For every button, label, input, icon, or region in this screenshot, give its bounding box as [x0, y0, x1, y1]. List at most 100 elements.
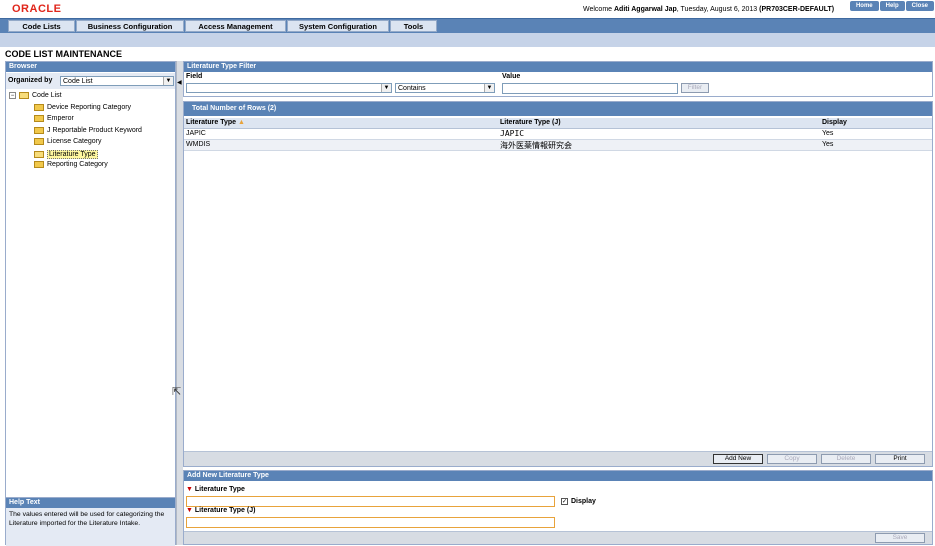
literature-type-label: ▼ Literature Type: [186, 486, 245, 493]
tree-item-device-reporting-category[interactable]: Device Reporting Category: [34, 104, 131, 111]
top-bar: ORACLE Welcome Aditi Aggarwal Jap, Tuesd…: [0, 0, 935, 18]
menu-code-lists[interactable]: Code Lists: [8, 20, 75, 32]
add-title: Add New Literature Type: [184, 471, 932, 481]
filter-panel: Literature Type Filter Field ▼ Contains …: [183, 61, 933, 97]
value-input[interactable]: [502, 83, 678, 94]
operator-value: Contains: [398, 85, 426, 92]
save-button[interactable]: Save: [875, 533, 925, 543]
menu-tools[interactable]: Tools: [390, 20, 437, 32]
table-row[interactable]: JAPIC JAPIC Yes: [184, 129, 932, 140]
folder-open-icon: [34, 151, 44, 158]
field-label: Field: [186, 73, 203, 80]
literature-type-j-input[interactable]: [186, 517, 555, 528]
sub-band: [0, 33, 935, 47]
value-label: Value: [502, 73, 521, 80]
display-checkbox[interactable]: ✓: [561, 498, 568, 505]
help-text-panel: Help Text The values entered will be use…: [6, 497, 175, 546]
collapse-arrow-icon[interactable]: ◀: [177, 79, 182, 86]
filter-title: Literature Type Filter: [184, 62, 932, 72]
display-label: Display: [571, 498, 596, 505]
cell-literature-type-j: 海外医薬情報研究会: [500, 141, 572, 150]
tree-item-license-category[interactable]: License Category: [34, 138, 101, 145]
menu-access-management[interactable]: Access Management: [185, 20, 286, 32]
grid-toolbar: Add New Copy Delete Print: [184, 451, 932, 466]
tree-item-reporting-category[interactable]: Reporting Category: [34, 161, 108, 168]
header-buttons: Home Help Close: [849, 1, 934, 11]
literature-type-label-text: Literature Type: [194, 486, 245, 493]
browser-title: Browser: [6, 62, 175, 72]
literature-type-j-label-text: Literature Type (J): [194, 507, 256, 514]
folder-icon: [34, 138, 44, 145]
grid-header-row: Literature Type ▲ Literature Type (J) Di…: [184, 118, 932, 129]
mouse-cursor-icon: ⇱: [172, 386, 182, 398]
tree-item-j-reportable-product-keyword[interactable]: J Reportable Product Keyword: [34, 127, 142, 134]
help-title: Help Text: [6, 498, 175, 508]
folder-icon: [34, 127, 44, 134]
cell-display: Yes: [822, 141, 834, 148]
col-display[interactable]: Display: [822, 119, 847, 126]
panel-splitter[interactable]: ◀: [176, 61, 183, 545]
print-button[interactable]: Print: [875, 454, 925, 464]
chevron-down-icon[interactable]: ▼: [484, 84, 494, 92]
menu-business-configuration[interactable]: Business Configuration: [76, 20, 184, 32]
tree-item-label: Reporting Category: [47, 161, 108, 168]
organized-by-value: Code List: [63, 78, 93, 85]
folder-open-icon: [19, 92, 29, 99]
collapse-icon[interactable]: −: [9, 92, 16, 99]
home-button[interactable]: Home: [849, 1, 879, 11]
cell-literature-type: JAPIC: [186, 130, 206, 137]
oracle-logo: ORACLE: [12, 3, 62, 15]
tree-item-label: License Category: [47, 138, 102, 145]
organized-by-row: Organized by Code List ▼: [6, 73, 175, 89]
copy-button[interactable]: Copy: [767, 454, 817, 464]
add-new-panel: Add New Literature Type ▼ Literature Typ…: [183, 470, 933, 545]
folder-icon: [34, 104, 44, 111]
user-name: Aditi Aggarwal Jap: [614, 6, 677, 13]
col-literature-type-j[interactable]: Literature Type (J): [500, 119, 561, 126]
tree-item-label: Emperor: [47, 115, 74, 122]
table-row[interactable]: WMDIS 海外医薬情報研究会 Yes: [184, 140, 932, 151]
literature-type-j-label: ▼ Literature Type (J): [186, 507, 255, 514]
page-title: CODE LIST MAINTENANCE: [5, 49, 122, 59]
results-grid: Total Number of Rows (2) Literature Type…: [183, 101, 933, 467]
col-literature-type[interactable]: Literature Type ▲: [186, 119, 245, 126]
folder-icon: [34, 115, 44, 122]
site-name: (PR703CER-DEFAULT): [759, 6, 835, 13]
field-select[interactable]: ▼: [186, 83, 392, 93]
main-menu: Code Lists Business Configuration Access…: [0, 18, 935, 33]
add-toolbar: Save: [184, 531, 932, 544]
chevron-down-icon[interactable]: ▼: [381, 84, 391, 92]
organized-by-select[interactable]: Code List ▼: [60, 76, 174, 86]
literature-type-input[interactable]: [186, 496, 555, 507]
col-literature-type-label: Literature Type: [186, 119, 237, 126]
required-icon: ▼: [186, 507, 193, 514]
menu-system-configuration[interactable]: System Configuration: [287, 20, 389, 32]
tree-item-label-selected: Literature Type: [47, 150, 98, 159]
tree-item-emperor[interactable]: Emperor: [34, 115, 74, 122]
operator-select[interactable]: Contains ▼: [395, 83, 495, 93]
sort-asc-icon: ▲: [238, 119, 245, 126]
cell-literature-type-j: JAPIC: [500, 129, 525, 138]
tree-root-label: Code List: [32, 92, 62, 99]
organized-by-label: Organized by: [8, 77, 53, 84]
chevron-down-icon[interactable]: ▼: [163, 77, 173, 85]
browser-panel: Browser Organized by Code List ▼ − Code …: [5, 61, 176, 546]
current-date: , Tuesday, August 6, 2013: [676, 6, 760, 13]
folder-icon: [34, 161, 44, 168]
grid-title: Total Number of Rows (2): [184, 102, 932, 116]
tree-item-label: Device Reporting Category: [47, 104, 132, 111]
tree-item-label: J Reportable Product Keyword: [47, 127, 142, 134]
help-text: The values entered will be used for cate…: [6, 508, 175, 546]
tree-root[interactable]: − Code List: [9, 92, 62, 99]
filter-button[interactable]: Filter: [681, 83, 709, 93]
delete-button[interactable]: Delete: [821, 454, 871, 464]
tree-item-literature-type[interactable]: Literature Type: [34, 150, 98, 159]
welcome-text: Welcome Aditi Aggarwal Jap, Tuesday, Aug…: [583, 6, 834, 13]
cell-literature-type: WMDIS: [186, 141, 211, 148]
add-new-button[interactable]: Add New: [713, 454, 763, 464]
help-button[interactable]: Help: [879, 1, 905, 11]
cell-display: Yes: [822, 130, 834, 137]
required-icon: ▼: [186, 486, 193, 493]
close-button[interactable]: Close: [905, 1, 934, 11]
welcome-prefix: Welcome: [583, 6, 614, 13]
